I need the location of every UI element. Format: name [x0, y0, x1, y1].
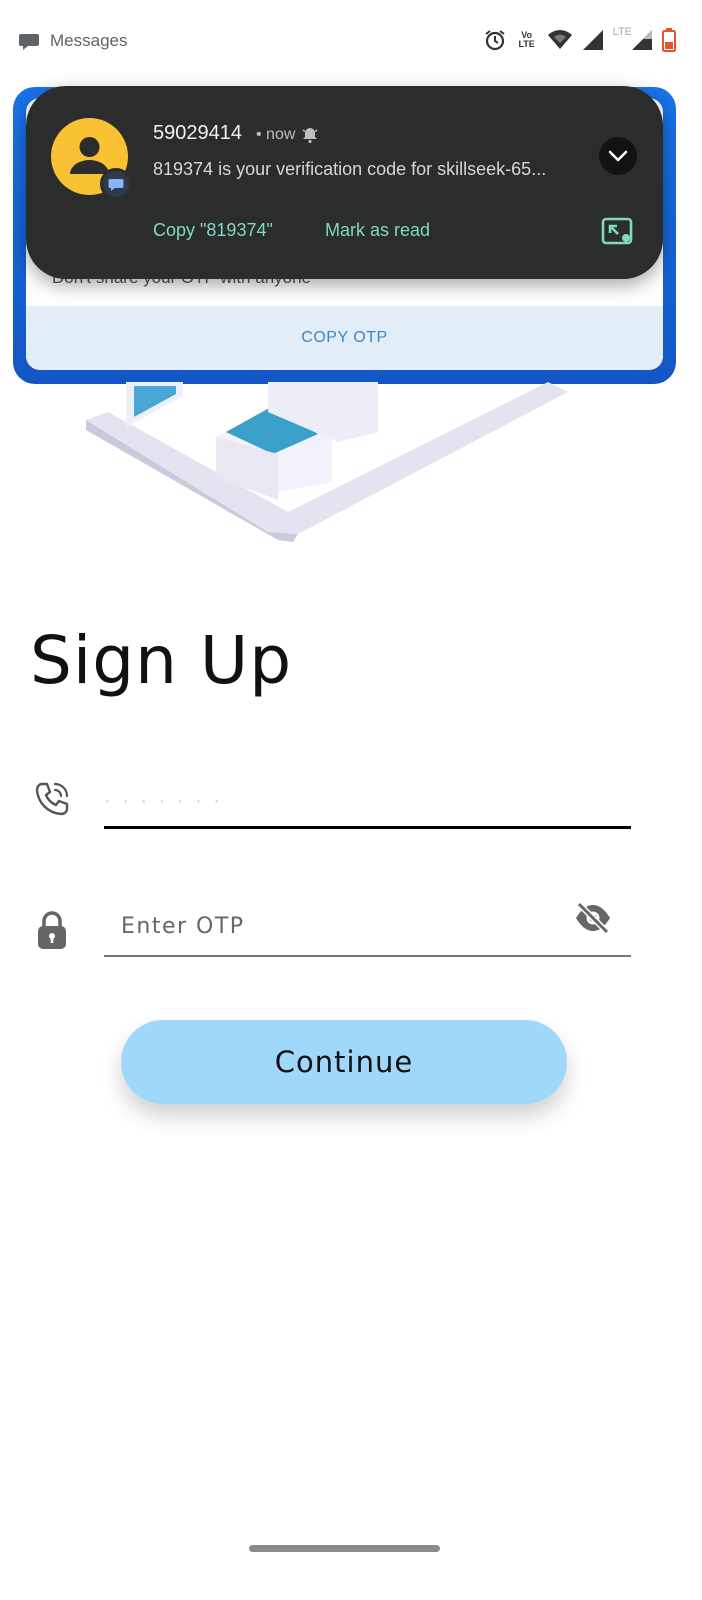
continue-button[interactable]: Continue	[121, 1020, 567, 1104]
signal-icon	[582, 30, 603, 50]
notification-body: 819374 is your verification code for ski…	[153, 159, 547, 179]
page-title: Sign Up	[30, 622, 293, 699]
volte-icon: Vo LTE	[518, 30, 535, 49]
otp-field-underline	[104, 955, 631, 957]
chevron-down-icon	[608, 150, 628, 162]
lte-label: LTE	[612, 26, 632, 38]
visibility-off-icon[interactable]	[574, 902, 612, 934]
status-icons: Vo LTE LTE	[483, 26, 676, 52]
lte-signal-icon	[632, 30, 652, 50]
copy-otp-label: COPY OTP	[301, 329, 388, 346]
mark-as-read-action[interactable]: Mark as read	[325, 220, 430, 241]
alarm-icon	[485, 30, 505, 51]
notification-time: • now	[256, 126, 296, 143]
notification-meta: • now	[256, 126, 319, 144]
gesture-nav-handle[interactable]	[249, 1545, 440, 1552]
lock-icon	[38, 911, 66, 949]
status-app-indicator: Messages	[18, 30, 127, 52]
copy-code-action[interactable]: Copy "819374"	[153, 220, 273, 241]
status-app-label: Messages	[50, 31, 128, 50]
battery-icon	[662, 28, 676, 52]
messages-badge-icon	[100, 168, 132, 200]
signup-illustration	[86, 382, 568, 542]
notification-sender: 59029414	[153, 122, 242, 144]
continue-label: Continue	[274, 1045, 414, 1079]
phone-field-underline	[104, 826, 631, 829]
bell-off-icon	[302, 128, 318, 144]
status-bar: Messages Vo LTE LTE	[0, 0, 702, 86]
wifi-icon	[547, 30, 572, 49]
otp-input[interactable]	[104, 900, 564, 952]
message-bubble-icon	[19, 34, 39, 50]
expand-notification-button[interactable]	[599, 137, 637, 175]
open-bubble-icon[interactable]	[601, 217, 635, 247]
phone-number-field[interactable]: · · · · · · ·	[104, 790, 630, 826]
phone-icon	[35, 782, 69, 816]
sms-notification[interactable]: 59029414 • now 819374 is your verificati…	[26, 86, 663, 279]
copy-otp-button[interactable]: COPY OTP	[26, 306, 663, 370]
